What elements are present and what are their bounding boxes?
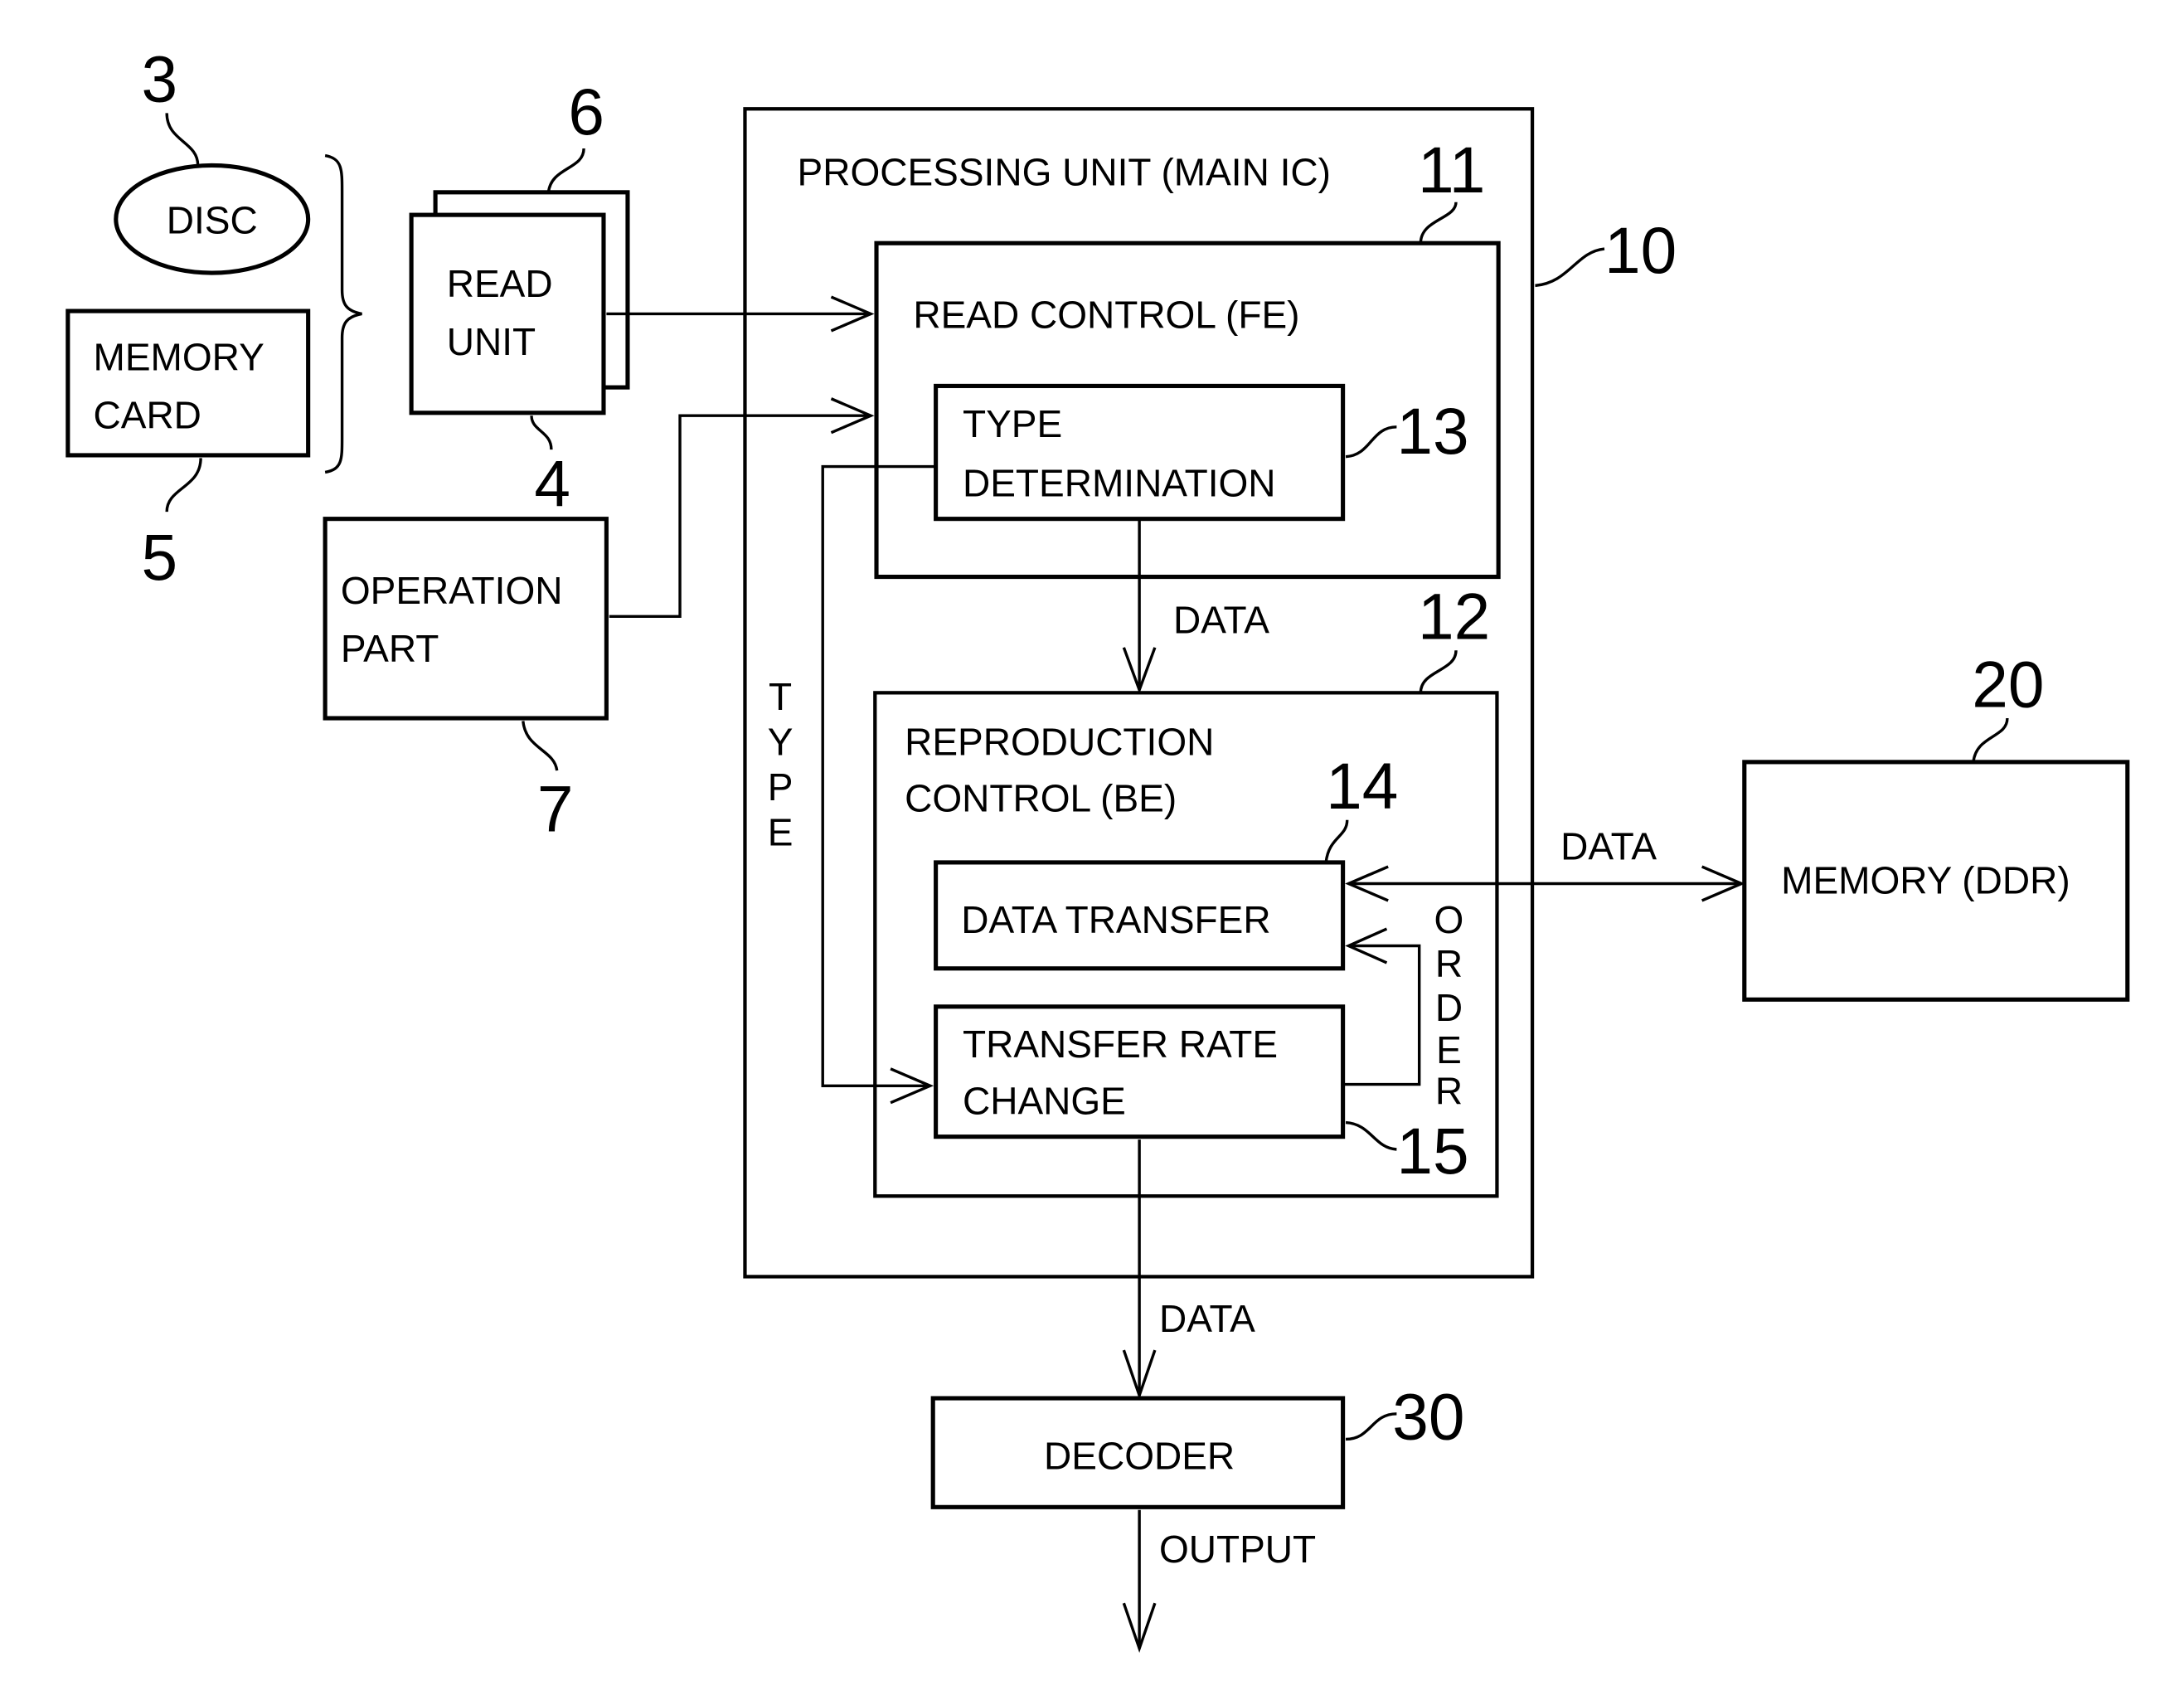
memory-ddr-block: MEMORY (DDR): [1742, 760, 2130, 1002]
operation-part-label-line1: OPERATION: [341, 569, 563, 612]
type-determination-block: TYPE DETERMINATION: [934, 383, 1346, 522]
order-letter-e: E: [1436, 1028, 1462, 1071]
memory-ddr-label: MEMORY (DDR): [1781, 858, 2070, 901]
lead-line-10: [1535, 247, 1605, 288]
transfer-rate-change-block: TRANSFER RATE CHANGE: [934, 1004, 1346, 1139]
order-letter-o: O: [1434, 898, 1464, 941]
memory-card-label-line1: MEMORY: [94, 336, 265, 379]
ref-13: 13: [1396, 395, 1468, 468]
lead-line-20: [1972, 717, 2009, 763]
media-brace: [324, 153, 362, 474]
data-memory-label: DATA: [1560, 825, 1657, 868]
data-transfer-block: DATA TRANSFER: [934, 860, 1346, 971]
read-unit-label-line1: READ: [447, 262, 553, 305]
ref-14: 14: [1326, 750, 1398, 823]
lead-line-6: [546, 148, 585, 193]
ref-4: 4: [534, 447, 570, 520]
type-letter-y: Y: [768, 720, 794, 763]
processing-unit-label: PROCESSING UNIT (MAIN IC): [798, 150, 1331, 193]
output-label: OUTPUT: [1159, 1528, 1316, 1571]
ref-15: 15: [1396, 1115, 1468, 1188]
read-unit-label-line2: UNIT: [447, 320, 536, 363]
ref-6: 6: [568, 75, 604, 148]
transfer-rate-change-label-line1: TRANSFER RATE: [963, 1023, 1278, 1066]
data-to-decoder-label: DATA: [1159, 1297, 1255, 1340]
ref-11: 11: [1418, 134, 1485, 206]
reproduction-control-label-line1: REPRODUCTION: [905, 720, 1214, 763]
operation-part-block: OPERATION PART: [323, 517, 609, 721]
lead-line-4: [530, 415, 553, 450]
transfer-rate-change-label-line2: CHANGE: [963, 1079, 1126, 1122]
ref-12: 12: [1418, 581, 1490, 653]
data-transfer-label: DATA TRANSFER: [961, 898, 1270, 941]
reproduction-control-label-line2: CONTROL (BE): [905, 777, 1177, 820]
block-diagram: DISC 3 MEMORY CARD 5 READ UNIT 6 4 OPERA…: [66, 43, 2130, 1654]
ref-20: 20: [1972, 648, 2044, 721]
disc-block: DISC: [114, 163, 311, 275]
type-determination-label-line2: DETERMINATION: [963, 461, 1276, 504]
type-letter-e: E: [768, 810, 794, 853]
ref-3: 3: [141, 43, 177, 116]
lead-line-30: [1345, 1412, 1397, 1441]
disc-label: DISC: [167, 198, 258, 241]
ref-5: 5: [141, 521, 177, 594]
order-letter-d: D: [1435, 986, 1463, 1029]
arrow-output: [1122, 1509, 1157, 1654]
operation-part-label-line2: PART: [341, 627, 439, 670]
type-letter-t: T: [769, 675, 792, 718]
data-fe-to-be-label: DATA: [1173, 599, 1269, 642]
lead-line-7: [522, 721, 559, 771]
read-unit-block: READ UNIT: [409, 190, 630, 415]
decoder-label: DECODER: [1044, 1434, 1235, 1477]
type-determination-label-line1: TYPE: [963, 402, 1062, 445]
order-letter-r1: R: [1435, 942, 1463, 985]
order-letter-r2: R: [1435, 1069, 1463, 1112]
ref-7: 7: [537, 772, 574, 845]
type-letter-p: P: [768, 765, 794, 809]
ref-30: 30: [1392, 1380, 1464, 1453]
lead-line-5: [165, 458, 202, 513]
lead-line-3: [165, 113, 200, 166]
memory-card-block: MEMORY CARD: [66, 309, 311, 458]
decoder-block: DECODER: [930, 1396, 1346, 1509]
ref-10: 10: [1604, 214, 1677, 287]
order-signal-label: O R D E R: [1434, 898, 1464, 1112]
read-control-label: READ CONTROL (FE): [913, 294, 1299, 337]
memory-card-label-line2: CARD: [94, 394, 201, 437]
